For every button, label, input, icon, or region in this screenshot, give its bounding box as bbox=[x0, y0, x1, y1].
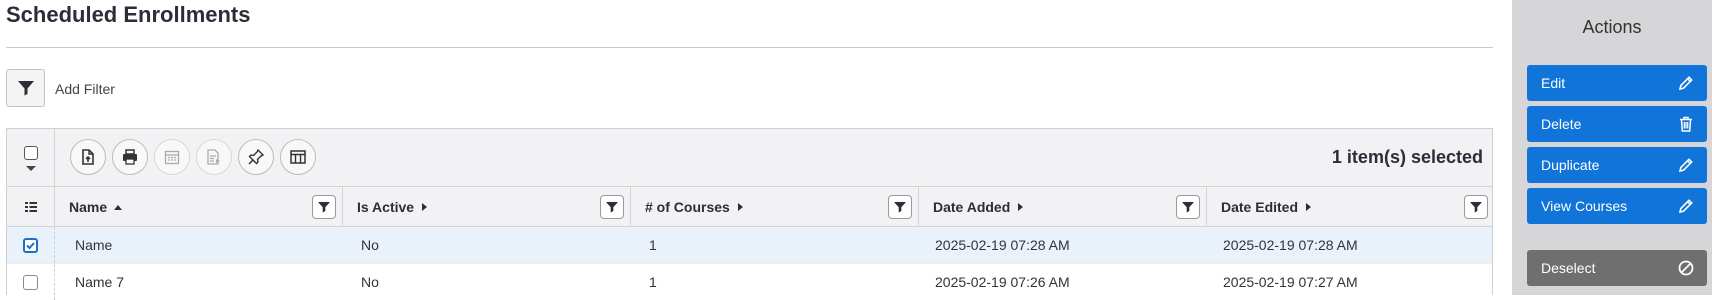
sidebar-title: Actions bbox=[1582, 17, 1642, 37]
duplicate-button[interactable]: Duplicate bbox=[1527, 147, 1707, 183]
edit-button[interactable]: Edit bbox=[1527, 65, 1707, 101]
trash-icon bbox=[1680, 116, 1692, 132]
column-label[interactable]: Date Edited bbox=[1221, 199, 1298, 215]
select-all-checkbox[interactable] bbox=[7, 129, 55, 187]
column-header-date-added[interactable]: Date Added bbox=[919, 187, 1207, 227]
sort-none-icon[interactable] bbox=[736, 202, 744, 212]
print-button[interactable] bbox=[112, 139, 148, 175]
cell-name: Name 7 bbox=[75, 274, 125, 290]
row-checkbox[interactable] bbox=[23, 274, 38, 290]
data-grid: 1 item(s) selected Name Is Active # of C… bbox=[6, 128, 1493, 300]
sort-none-icon[interactable] bbox=[420, 202, 428, 212]
calendar-button[interactable] bbox=[154, 139, 190, 175]
column-header-is-active[interactable]: Is Active bbox=[343, 187, 631, 227]
view-courses-button[interactable]: View Courses bbox=[1527, 188, 1707, 224]
column-header-courses[interactable]: # of Courses bbox=[631, 187, 919, 227]
row-options-header[interactable] bbox=[7, 187, 55, 227]
filter-icon bbox=[606, 202, 618, 213]
column-label[interactable]: Is Active bbox=[357, 199, 414, 215]
header-row: Name Is Active # of Courses Date Added D… bbox=[7, 187, 1492, 227]
chevron-down-icon[interactable] bbox=[25, 165, 36, 171]
main-area: Scheduled Enrollments Add Filter 1 item(… bbox=[0, 0, 1510, 300]
cell-date-edited: 2025-02-19 07:27 AM bbox=[1223, 274, 1358, 290]
action-label: View Courses bbox=[1541, 198, 1628, 214]
pencil-icon bbox=[1678, 76, 1693, 91]
action-label: Delete bbox=[1541, 116, 1582, 132]
delete-button[interactable]: Delete bbox=[1527, 106, 1707, 142]
column-filter-button[interactable] bbox=[1464, 195, 1488, 219]
pencil-icon bbox=[1678, 199, 1693, 214]
selected-count: 1 item(s) selected bbox=[1331, 147, 1483, 167]
select-all-box[interactable] bbox=[23, 145, 38, 160]
report-icon bbox=[207, 149, 220, 165]
filter-icon bbox=[318, 202, 330, 213]
filter-icon bbox=[17, 81, 34, 96]
filter-icon bbox=[1470, 202, 1482, 213]
column-filter-button[interactable] bbox=[888, 195, 912, 219]
list-icon bbox=[25, 202, 37, 212]
action-label: Duplicate bbox=[1541, 157, 1600, 173]
column-label[interactable]: # of Courses bbox=[645, 199, 730, 215]
cell-courses: 1 bbox=[649, 237, 657, 253]
cell-is-active: No bbox=[361, 274, 379, 290]
checkmark-icon bbox=[26, 241, 35, 249]
title-divider bbox=[6, 47, 1493, 48]
row-checkbox[interactable] bbox=[23, 237, 38, 253]
column-filter-button[interactable] bbox=[1176, 195, 1200, 219]
export-icon bbox=[82, 149, 94, 165]
export-button[interactable] bbox=[70, 139, 106, 175]
actions-sidebar: Actions Edit Delete Duplicate View Cours… bbox=[1512, 0, 1712, 295]
column-header-name[interactable]: Name bbox=[55, 187, 343, 227]
add-filter-label[interactable]: Add Filter bbox=[55, 81, 115, 97]
cell-date-edited: 2025-02-19 07:28 AM bbox=[1223, 237, 1358, 253]
cell-date-added: 2025-02-19 07:28 AM bbox=[935, 237, 1070, 253]
row-select[interactable] bbox=[7, 227, 55, 263]
page-title: Scheduled Enrollments bbox=[6, 2, 251, 27]
cell-name: Name bbox=[75, 237, 113, 253]
column-header-date-edited[interactable]: Date Edited bbox=[1207, 187, 1494, 227]
grid-toolbar: 1 item(s) selected bbox=[7, 129, 1492, 187]
table-row[interactable]: Name No 1 2025-02-19 07:28 AM 2025-02-19… bbox=[7, 227, 1492, 263]
sort-ascending-icon[interactable] bbox=[113, 203, 123, 211]
column-filter-button[interactable] bbox=[600, 195, 624, 219]
cell-courses: 1 bbox=[649, 274, 657, 290]
cell-is-active: No bbox=[361, 237, 379, 253]
sort-none-icon[interactable] bbox=[1304, 202, 1312, 212]
sort-none-icon[interactable] bbox=[1016, 202, 1024, 212]
filter-icon bbox=[894, 202, 906, 213]
table-row[interactable]: Name 7 No 1 2025-02-19 07:26 AM 2025-02-… bbox=[7, 263, 1492, 300]
cancel-icon bbox=[1678, 260, 1694, 276]
columns-icon bbox=[290, 150, 306, 164]
column-label[interactable]: Name bbox=[69, 199, 107, 215]
pencil-icon bbox=[1678, 158, 1693, 173]
action-label: Deselect bbox=[1541, 260, 1596, 276]
column-filter-button[interactable] bbox=[312, 195, 336, 219]
print-icon bbox=[123, 149, 137, 165]
columns-button[interactable] bbox=[280, 139, 316, 175]
report-button[interactable] bbox=[196, 139, 232, 175]
filter-icon bbox=[1182, 202, 1194, 213]
action-label: Edit bbox=[1541, 75, 1566, 91]
cell-date-added: 2025-02-19 07:26 AM bbox=[935, 274, 1070, 290]
add-filter-button[interactable] bbox=[6, 69, 45, 107]
pin-icon bbox=[248, 148, 265, 165]
deselect-button[interactable]: Deselect bbox=[1527, 250, 1707, 286]
calendar-icon bbox=[164, 150, 180, 165]
pin-button[interactable] bbox=[238, 139, 274, 175]
column-label[interactable]: Date Added bbox=[933, 199, 1010, 215]
